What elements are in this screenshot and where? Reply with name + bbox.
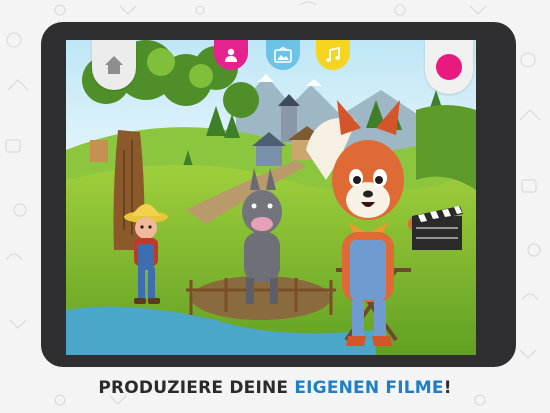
game-screen[interactable] [66, 40, 476, 355]
home-icon [105, 56, 123, 74]
caption-exclamation: ! [443, 378, 452, 398]
person-icon [225, 48, 237, 62]
mud-patch [191, 276, 331, 320]
music-note-icon [326, 47, 340, 62]
caption-highlight: EIGENEN FILME [294, 378, 444, 398]
hedge [416, 105, 476, 190]
record-button[interactable] [425, 40, 473, 94]
promo-caption: PRODUZIERE DEINE EIGENEN FILME! [0, 378, 550, 398]
farm-scene[interactable] [66, 40, 476, 355]
caption-text: PRODUZIERE DEINE [98, 378, 295, 398]
scene-icon [274, 47, 292, 63]
record-dot-icon [436, 54, 462, 80]
home-button[interactable] [92, 40, 136, 90]
